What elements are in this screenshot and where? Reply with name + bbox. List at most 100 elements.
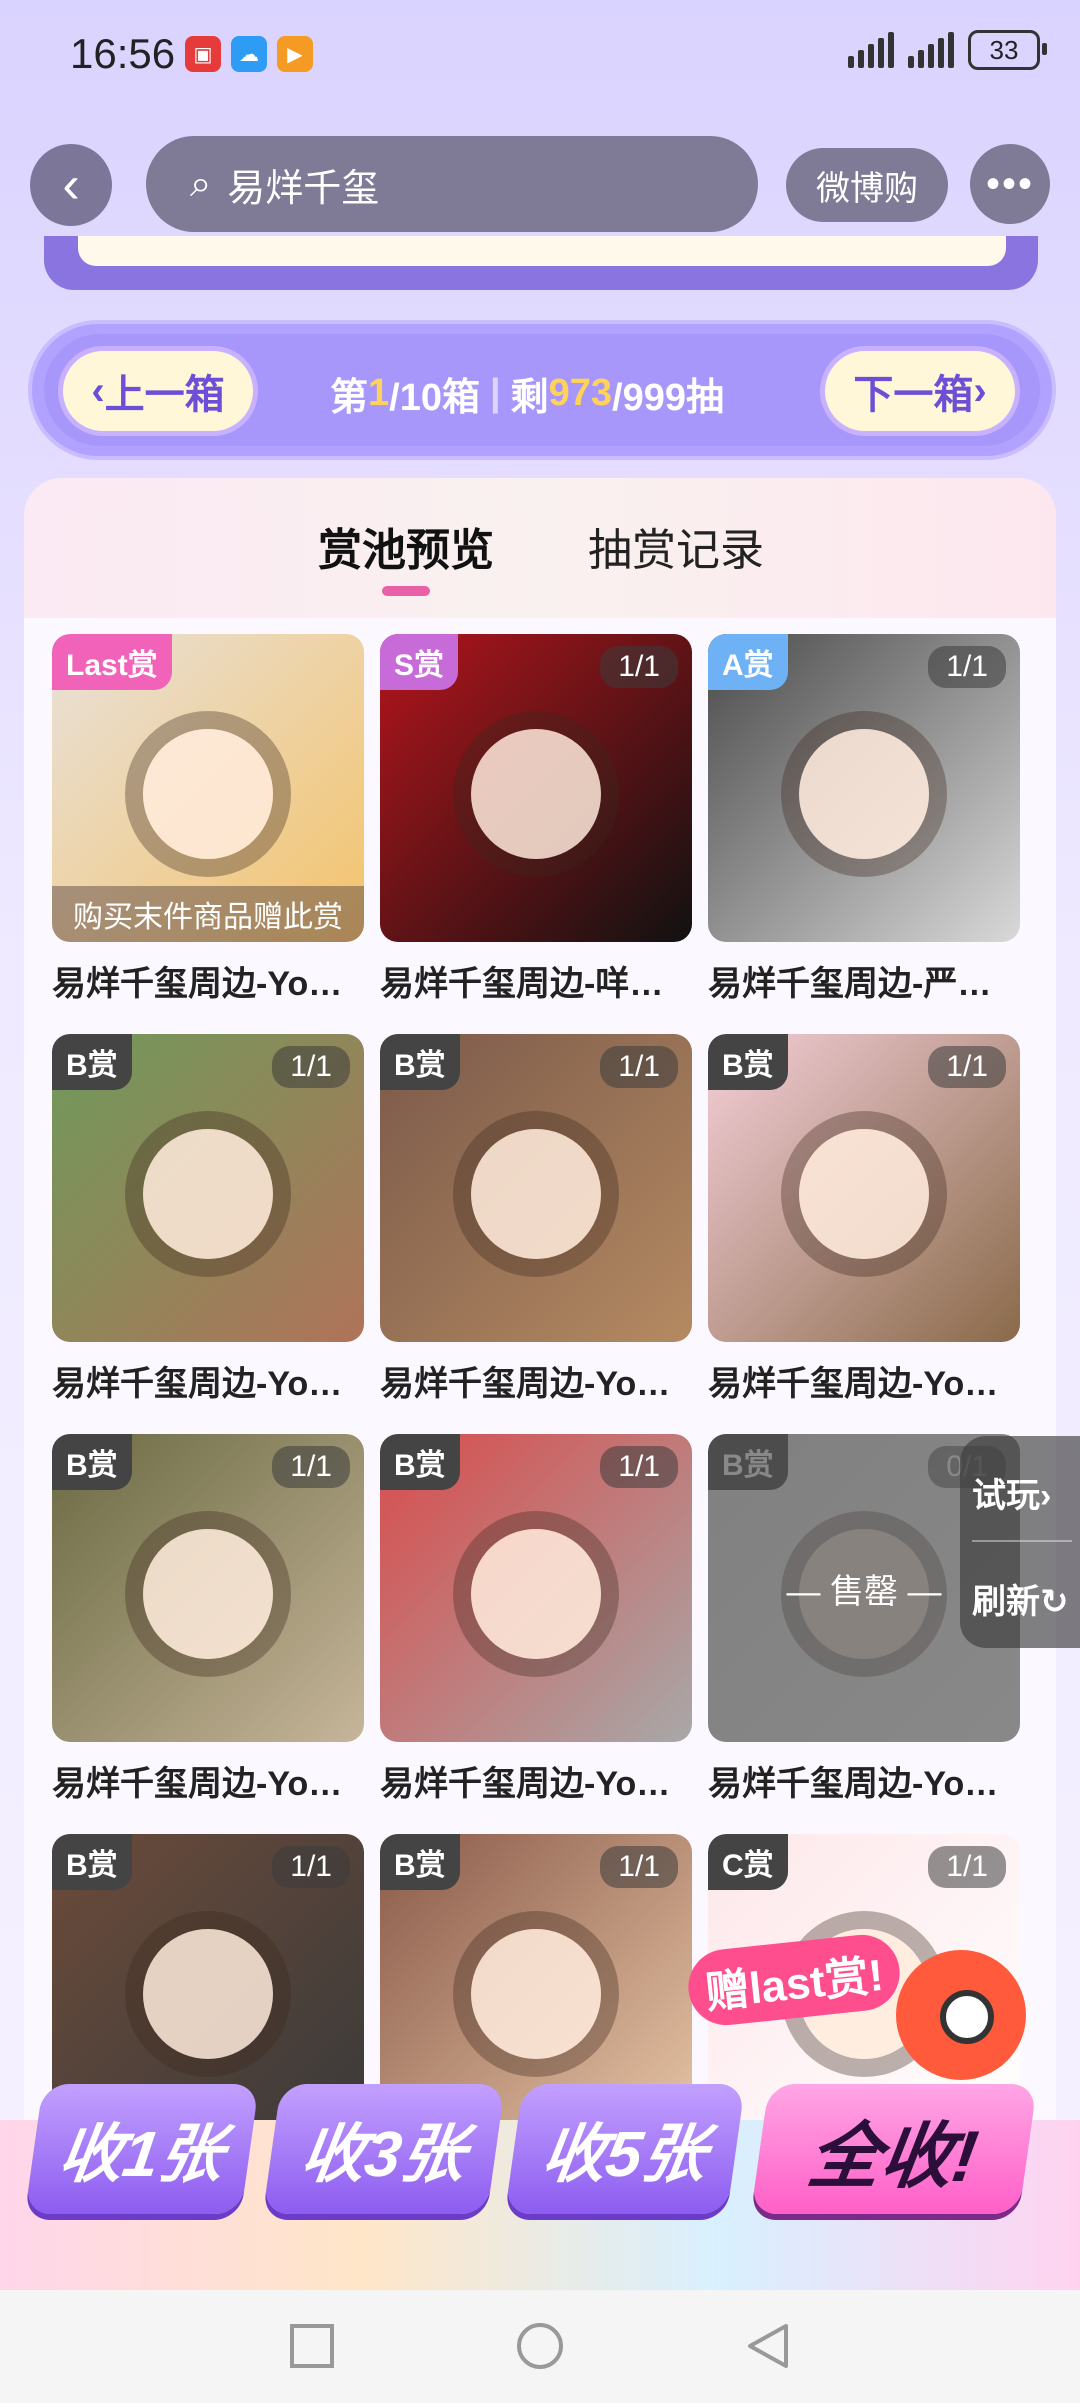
remaining-draws: 973 xyxy=(548,372,613,414)
current-box: 1 xyxy=(368,372,390,414)
draw-all-button[interactable]: 全收! xyxy=(750,2084,1038,2214)
figure-illustration xyxy=(143,1929,273,2060)
next-box-button[interactable]: 下一箱 › xyxy=(820,346,1020,436)
figure-illustration xyxy=(471,1129,601,1260)
stock-count: 1/1 xyxy=(272,1046,350,1088)
more-icon[interactable]: ••• xyxy=(970,144,1050,224)
arrow-right-icon: › xyxy=(1040,1477,1052,1515)
separator: | xyxy=(489,372,501,414)
prize-tier-badge: B赏 xyxy=(380,1034,460,1090)
signal-icon xyxy=(848,32,894,68)
figure-illustration xyxy=(143,1529,273,1660)
stock-count: 1/1 xyxy=(600,646,678,688)
stock-count: 1/1 xyxy=(272,1446,350,1488)
prize-card[interactable]: A赏 1/1 易烊千玺周边-严… xyxy=(708,634,1020,1005)
prize-card[interactable]: B赏 1/1 易烊千玺周边-Yo… xyxy=(380,1034,692,1405)
try-button[interactable]: 试玩› xyxy=(972,1468,1051,1517)
prize-image: B赏 1/1 xyxy=(380,1034,692,1342)
prize-image: S赏 1/1 xyxy=(380,634,692,942)
prize-tier-badge: B赏 xyxy=(52,1034,132,1090)
prize-tier-badge: B赏 xyxy=(708,1034,788,1090)
status-time: 16:56 xyxy=(70,30,176,77)
back-nav-icon[interactable] xyxy=(742,2320,794,2372)
prev-box-button[interactable]: ‹ 上一箱 xyxy=(58,346,258,436)
chevron-left-icon: ‹ xyxy=(62,156,80,214)
status-app-icons: ▣ ☁ ▶ xyxy=(185,36,313,72)
tab-draw-records[interactable]: 抽赏记录 xyxy=(588,514,764,578)
stock-count: 1/1 xyxy=(928,1846,1006,1888)
search-icon: ⌕ xyxy=(190,162,212,205)
prize-title: 易烊千玺周边-Yo… xyxy=(52,1365,343,1403)
refresh-button[interactable]: 刷新↻ xyxy=(972,1574,1069,1623)
prize-tier-badge: B赏 xyxy=(380,1834,460,1890)
video-icon: ▶ xyxy=(277,36,313,72)
prize-title: 易烊千玺周边-Yo… xyxy=(380,1365,671,1403)
figure-illustration xyxy=(471,729,601,860)
prize-tier-badge: B赏 xyxy=(380,1434,460,1490)
prize-image: Last赏 购买末件商品赠此赏 xyxy=(52,634,364,942)
prize-card[interactable]: Last赏 购买末件商品赠此赏易烊千玺周边-Yo… xyxy=(52,634,364,1005)
cloud-icon: ☁ xyxy=(231,36,267,72)
tabs-header xyxy=(24,478,1056,618)
prize-title: 易烊千玺周边-Yo… xyxy=(380,1765,671,1803)
tab-indicator xyxy=(382,586,430,596)
prize-card[interactable]: B赏 1/1 易烊千玺周边-Yo… xyxy=(380,1434,692,1805)
prize-tier-badge: B赏 xyxy=(52,1834,132,1890)
app-notification-icon: ▣ xyxy=(185,36,221,72)
chevron-right-icon: › xyxy=(973,368,987,413)
chevron-left-icon: ‹ xyxy=(91,368,105,413)
weibo-shop-button[interactable]: 微博购 xyxy=(786,148,948,222)
prize-card[interactable]: B赏 1/1 易烊千玺周边-Yo… xyxy=(52,1034,364,1405)
refresh-label: 刷新 xyxy=(972,1583,1040,1621)
prize-title: 易烊千玺周边-Yo… xyxy=(52,1765,343,1803)
figure-illustration xyxy=(143,729,273,860)
prize-title: 易烊千玺周边-咩… xyxy=(380,965,664,1003)
prize-image: B赏 1/1 xyxy=(52,1434,364,1742)
prize-tier-badge: C赏 xyxy=(708,1834,788,1890)
prize-title: 易烊千玺周边-Yo… xyxy=(708,1365,999,1403)
figure-illustration xyxy=(143,1129,273,1260)
search-value: 易烊千玺 xyxy=(227,167,380,210)
prize-title: 易烊千玺周边-Yo… xyxy=(708,1765,999,1803)
prize-caption: 购买末件商品赠此赏 xyxy=(52,886,364,942)
back-button[interactable]: ‹ xyxy=(30,144,112,226)
prize-title: 易烊千玺周边-严… xyxy=(708,965,992,1003)
figure-illustration xyxy=(471,1529,601,1660)
draw-5-button[interactable]: 收5张 xyxy=(504,2084,746,2214)
stock-count: 1/1 xyxy=(600,1846,678,1888)
box-counter: 第 1 /10箱 | 剩 973 /999抽 xyxy=(330,366,724,421)
search-input[interactable]: ⌕ 易烊千玺 xyxy=(146,136,758,232)
prize-title: 易烊千玺周边-Yo… xyxy=(52,965,343,1003)
prize-image: B赏 1/1 xyxy=(52,1034,364,1342)
remain-prefix: 剩 xyxy=(510,377,549,419)
battery-icon: 33 xyxy=(968,30,1047,70)
refresh-icon: ↻ xyxy=(1040,1583,1069,1621)
prize-tier-badge: B赏 xyxy=(52,1434,132,1490)
home-icon[interactable] xyxy=(514,2320,566,2372)
prize-tier-badge: S赏 xyxy=(380,634,459,690)
next-box-label: 下一箱 xyxy=(853,373,974,417)
stock-count: 1/1 xyxy=(600,1446,678,1488)
figure-illustration xyxy=(471,1929,601,2060)
stock-count: 1/1 xyxy=(928,646,1006,688)
stock-count: 1/1 xyxy=(928,1046,1006,1088)
prize-image: B赏 1/1 xyxy=(708,1034,1020,1342)
prize-image: B赏 1/1 xyxy=(380,1434,692,1742)
total-draws: /999抽 xyxy=(612,377,725,419)
prize-card[interactable]: B赏 1/1 易烊千玺周边-Yo… xyxy=(708,1034,1020,1405)
draw-3-button[interactable]: 收3张 xyxy=(262,2084,506,2214)
mascot-eye xyxy=(940,1990,994,2044)
banner-inner xyxy=(78,236,1006,266)
figure-illustration xyxy=(799,1129,929,1260)
tab-prize-preview[interactable]: 赏池预览 xyxy=(318,514,494,578)
prev-box-label: 上一箱 xyxy=(104,373,225,417)
prize-card[interactable]: S赏 1/1 易烊千玺周边-咩… xyxy=(380,634,692,1005)
figure-illustration xyxy=(799,729,929,860)
signal-2-icon xyxy=(908,32,954,68)
draw-1-button[interactable]: 收1张 xyxy=(24,2084,260,2214)
prize-image: A赏 1/1 xyxy=(708,634,1020,942)
recent-apps-icon[interactable] xyxy=(286,2320,338,2372)
status-indicators: 33 xyxy=(848,30,1047,70)
side-divider xyxy=(972,1540,1072,1542)
prize-card[interactable]: B赏 1/1 易烊千玺周边-Yo… xyxy=(52,1434,364,1805)
